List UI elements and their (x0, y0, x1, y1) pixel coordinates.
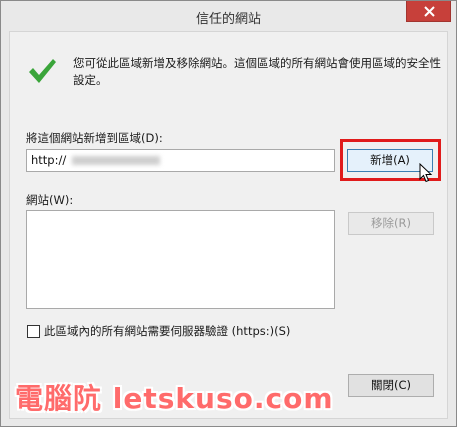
https-checkbox-label: 此區域內的所有網站需要伺服器驗證 (https:)(S) (44, 324, 291, 338)
site-url-value: http:// (31, 153, 67, 167)
dialog-content: 您可從此區域新增及移除網站。這個區域的所有網站會使用區域的安全性設定。 將這個網… (9, 31, 448, 419)
sites-list-label: 網站(W): (26, 193, 74, 207)
add-site-label: 將這個網站新增到區域(D): (26, 131, 163, 145)
mouse-cursor-icon (419, 163, 433, 183)
window-title: 信任的網站 (195, 12, 261, 27)
redacted-address (72, 156, 161, 165)
checkmark-icon (29, 59, 56, 83)
site-url-input[interactable]: http:// (26, 149, 335, 172)
info-text: 您可從此區域新增及移除網站。這個區域的所有網站會使用區域的安全性設定。 (73, 56, 441, 87)
title-bar: 信任的網站 (1, 1, 456, 31)
remove-button[interactable]: 移除(R) (348, 212, 434, 235)
https-checkbox[interactable] (27, 325, 40, 338)
close-button[interactable]: 關閉(C) (348, 374, 434, 397)
sites-list[interactable] (26, 210, 335, 309)
watermark: 電腦阬 letskuso.com (15, 382, 334, 415)
trusted-sites-dialog: 信任的網站 您可從此區域新增及移除網站。這個區域的所有網站會使用區域的安全性設定… (0, 0, 457, 427)
close-icon (424, 6, 435, 17)
window-close-button[interactable] (406, 1, 451, 22)
